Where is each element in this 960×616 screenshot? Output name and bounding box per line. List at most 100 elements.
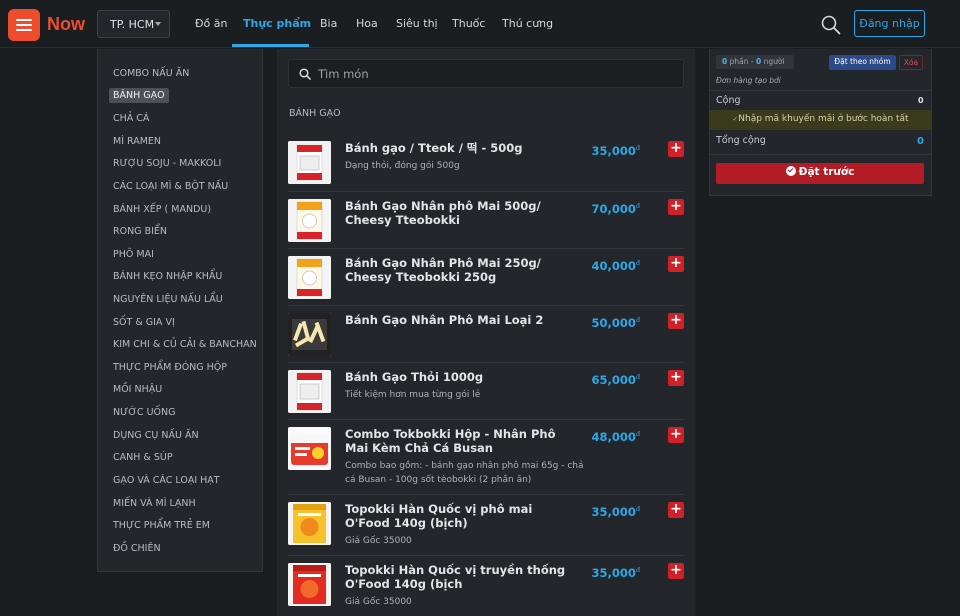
brand-logo[interactable]: Now bbox=[47, 14, 85, 35]
item-price: 50,000đ bbox=[591, 316, 640, 330]
menu-item: Bánh Gạo Nhân Phô Mai Loại 2 50,000đ + bbox=[288, 306, 684, 363]
item-price: 40,000đ bbox=[591, 259, 640, 273]
add-item-button[interactable]: + bbox=[668, 370, 684, 386]
item-name: Bánh Gạo Nhân Phô Mai 250g/ Cheesy Tteob… bbox=[345, 256, 541, 284]
item-description: Giá Gốc 35000 bbox=[345, 536, 412, 546]
item-name: Combo Tokbokki Hộp - Nhân Phô Mai Kèm Ch… bbox=[345, 427, 556, 455]
subtotal-label: Cộng bbox=[716, 95, 741, 106]
group-order-button[interactable]: Đặt theo nhóm bbox=[829, 55, 896, 70]
category-item[interactable]: NGUYÊN LIỆU NẤU LẨU bbox=[113, 294, 223, 305]
header: Now TP. HCM Đồ ăn Thực phẩm Bia Hoa Siêu… bbox=[0, 0, 960, 48]
divider bbox=[709, 90, 932, 91]
item-name: Bánh Gạo Nhân Phô Mai Loại 2 bbox=[345, 313, 544, 327]
category-item[interactable]: CHẢ CÁ bbox=[113, 113, 149, 124]
search-icon bbox=[299, 68, 311, 80]
category-item[interactable]: SỐT & GIA VỊ bbox=[113, 317, 175, 328]
delete-cart-button[interactable]: Xóa bbox=[899, 55, 923, 70]
category-sidebar: COMBO NẤU ĂN BÁNH GẠO CHẢ CÁ MÌ RAMEN RƯ… bbox=[97, 49, 263, 572]
total-label: Tổng cộng bbox=[716, 135, 766, 146]
category-item[interactable]: RONG BIỂN bbox=[113, 226, 167, 237]
category-item[interactable]: BÁNH XẾP ( MANDU) bbox=[113, 204, 211, 215]
category-item[interactable]: MÌ RAMEN bbox=[113, 136, 161, 147]
item-price: 35,000đ bbox=[591, 505, 640, 519]
product-image bbox=[288, 141, 331, 184]
item-name: Bánh Gạo Thỏi 1000g bbox=[345, 370, 484, 384]
add-item-button[interactable]: + bbox=[668, 502, 684, 518]
item-name: Bánh gạo / Tteok / 떡 - 500g bbox=[345, 141, 523, 155]
product-image bbox=[288, 199, 331, 242]
order-created-by: Đơn hàng tạo bởi bbox=[716, 76, 781, 85]
product-image bbox=[288, 370, 331, 413]
category-item[interactable]: MỒI NHẬU bbox=[113, 384, 162, 395]
subtotal-value: 0 bbox=[918, 96, 924, 105]
city-selector[interactable]: TP. HCM bbox=[97, 10, 170, 38]
item-description: Tiết kiệm hơn mua từng gói lẻ bbox=[345, 390, 481, 400]
city-label: TP. HCM bbox=[110, 18, 155, 31]
nav-item-beer[interactable]: Bia bbox=[320, 17, 337, 30]
add-item-button[interactable]: + bbox=[668, 199, 684, 215]
item-price: 65,000đ bbox=[591, 373, 640, 387]
item-price: 35,000đ bbox=[591, 144, 640, 158]
add-item-button[interactable]: + bbox=[668, 427, 684, 443]
total-value: 0 bbox=[917, 136, 924, 147]
menu-item: Bánh Gạo Nhân Phô Mai 250g/ Cheesy Tteob… bbox=[288, 249, 684, 306]
dish-search-input[interactable]: Tìm món bbox=[288, 59, 684, 88]
nav-item-groceries[interactable]: Thực phẩm bbox=[243, 17, 311, 30]
menu-item: Topokki Hàn Quốc vị phô mai O'Food 140g … bbox=[288, 495, 684, 556]
product-image bbox=[288, 313, 331, 356]
nav-item-food[interactable]: Đồ ăn bbox=[195, 17, 227, 30]
search-icon[interactable] bbox=[821, 15, 841, 35]
login-button[interactable]: Đăng nhập bbox=[854, 10, 925, 37]
add-item-button[interactable]: + bbox=[668, 256, 684, 272]
item-description: Dạng thỏi, đóng gói 500g bbox=[345, 161, 460, 171]
category-item[interactable]: BÁNH KẸO NHẬP KHẨU bbox=[113, 271, 222, 282]
chevron-down-icon bbox=[155, 22, 161, 26]
item-price: 48,000đ bbox=[591, 430, 640, 444]
menu-item: Bánh Gạo Thỏi 1000g Tiết kiệm hơn mua từ… bbox=[288, 363, 684, 420]
menu-item: Bánh gạo / Tteok / 떡 - 500g Dạng thỏi, đ… bbox=[288, 134, 684, 192]
nav-item-pets[interactable]: Thú cưng bbox=[502, 17, 553, 30]
category-item[interactable]: PHÔ MAI bbox=[113, 249, 154, 260]
category-item[interactable]: RƯỢU SOJU - MAKKOLI bbox=[113, 158, 221, 169]
category-item[interactable]: ĐỒ CHIÊN bbox=[113, 543, 161, 554]
add-item-button[interactable]: + bbox=[668, 313, 684, 329]
item-price: 70,000đ bbox=[591, 202, 640, 216]
search-placeholder: Tìm món bbox=[318, 67, 369, 81]
product-image bbox=[288, 563, 331, 606]
category-item-active[interactable]: BÁNH GẠO bbox=[109, 88, 169, 103]
category-item[interactable]: COMBO NẤU ĂN bbox=[113, 68, 189, 79]
category-item[interactable]: GẠO VÀ CÁC LOẠI HẠT bbox=[113, 475, 220, 486]
nav-item-supermarket[interactable]: Siêu thị bbox=[396, 17, 438, 30]
product-image bbox=[288, 502, 331, 545]
product-image bbox=[288, 256, 331, 299]
menu-icon[interactable] bbox=[8, 9, 40, 41]
nav-item-pharmacy[interactable]: Thuốc bbox=[452, 17, 485, 30]
add-item-button[interactable]: + bbox=[668, 563, 684, 579]
item-name: Topokki Hàn Quốc vị phô mai O'Food 140g … bbox=[345, 502, 533, 530]
category-item[interactable]: THỰC PHẨM ĐÓNG HỘP bbox=[113, 362, 227, 373]
check-circle-icon bbox=[785, 166, 796, 176]
menu-item: Combo Tokbokki Hộp - Nhân Phô Mai Kèm Ch… bbox=[288, 420, 684, 495]
category-item[interactable]: DỤNG CỤ NẤU ĂN bbox=[113, 430, 199, 441]
category-item[interactable]: MIẾN VÀ MÌ LẠNH bbox=[113, 498, 196, 509]
item-description: Giá Gốc 35000 bbox=[345, 597, 412, 607]
promo-code-notice[interactable]: ✓Nhập mã khuyến mãi ở bước hoàn tất bbox=[709, 110, 932, 130]
menu-item: Topokki Hàn Quốc vị truyền thống O'Food … bbox=[288, 556, 684, 616]
item-price: 35,000đ bbox=[591, 566, 640, 580]
category-item[interactable]: CANH & SÚP bbox=[113, 452, 173, 463]
item-name: Topokki Hàn Quốc vị truyền thống O'Food … bbox=[345, 563, 566, 591]
menu-item: Bánh Gạo Nhân phô Mai 500g/ Cheesy Tteob… bbox=[288, 192, 684, 249]
category-item[interactable]: CÁC LOẠI MÌ & BỘT NẤU bbox=[113, 181, 228, 192]
item-name: Bánh Gạo Nhân phô Mai 500g/ Cheesy Tteob… bbox=[345, 199, 541, 227]
add-item-button[interactable]: + bbox=[668, 141, 684, 157]
item-description: Combo bao gồm: - bánh gạo nhân phô mai 6… bbox=[345, 461, 584, 485]
nav-active-indicator bbox=[232, 44, 309, 47]
divider bbox=[709, 154, 932, 155]
category-item[interactable]: KIM CHI & CỦ CẢI & BANCHAN bbox=[113, 339, 257, 350]
section-title: BÁNH GẠO bbox=[289, 108, 341, 119]
order-button[interactable]: Đặt trước bbox=[716, 163, 924, 184]
category-item[interactable]: THỰC PHẨM TRẺ EM bbox=[113, 520, 210, 531]
nav-item-flowers[interactable]: Hoa bbox=[356, 17, 378, 30]
product-image bbox=[288, 427, 331, 470]
category-item[interactable]: NƯỚC UỐNG bbox=[113, 407, 175, 418]
